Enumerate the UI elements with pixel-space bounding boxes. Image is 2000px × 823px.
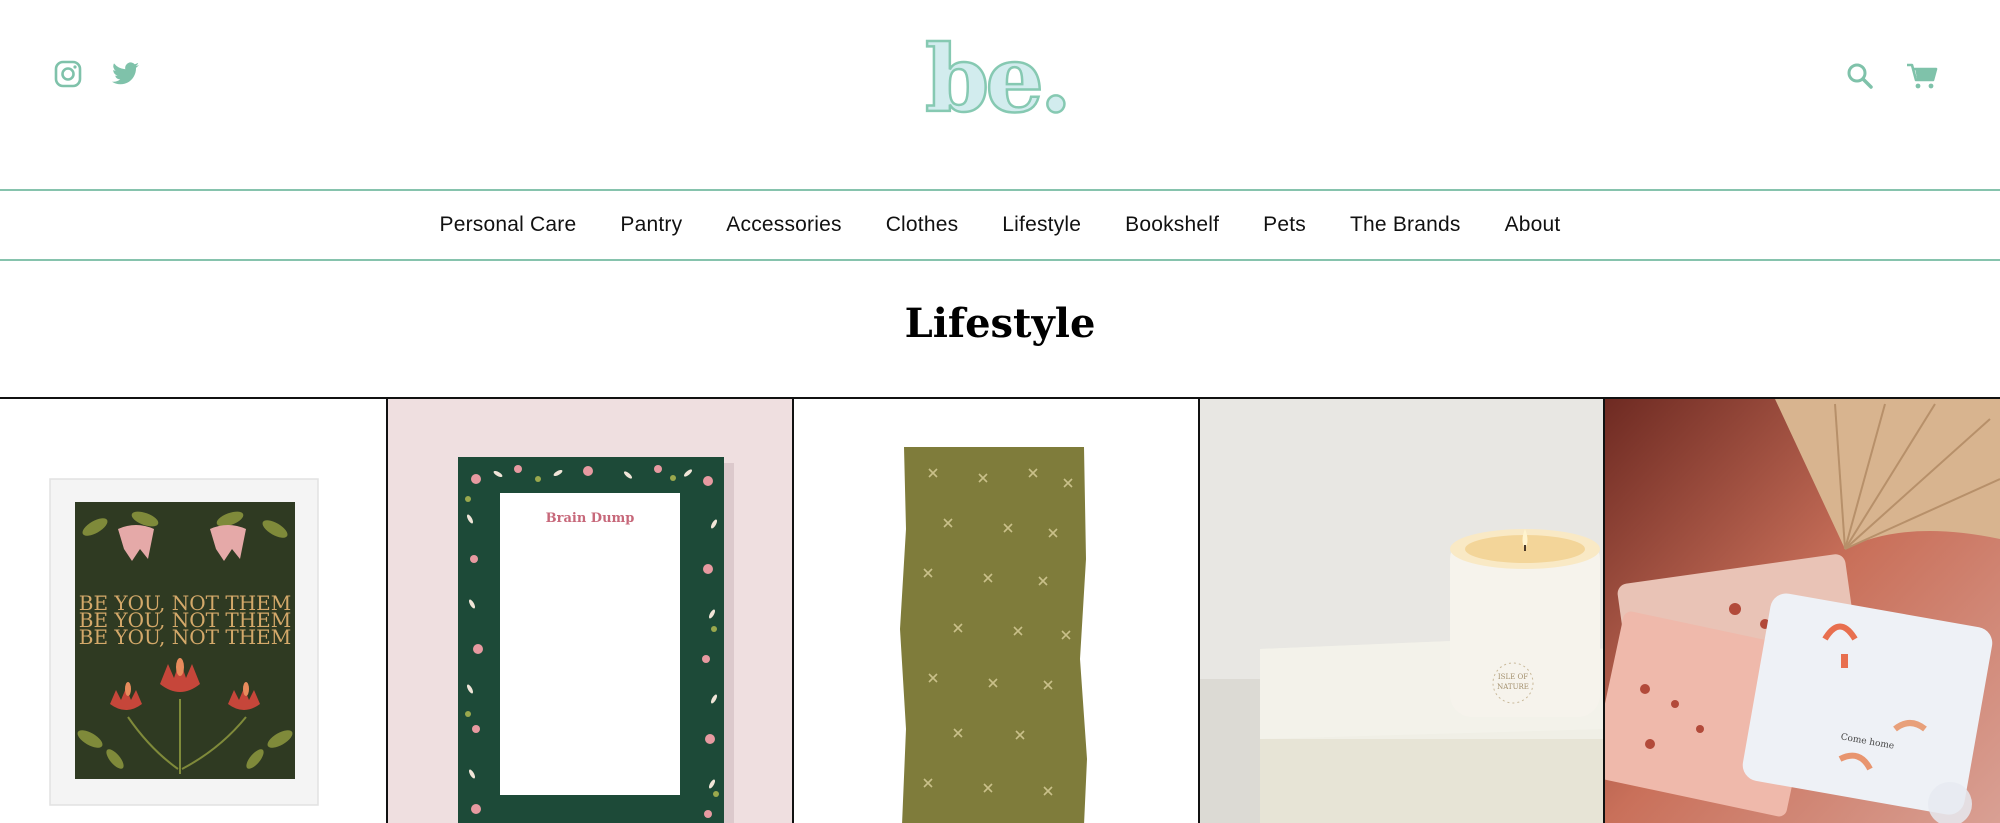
product-card-cards[interactable]: Come home [1605, 399, 2000, 823]
candle-image: ISLE OF NATURE [1200, 399, 1603, 823]
cards-image: Come home [1605, 399, 2000, 823]
logo-text: be. [924, 25, 1073, 133]
notepad-image: Brain Dump [458, 457, 734, 823]
nav-item-clothes[interactable]: Clothes [864, 213, 981, 237]
social-links [52, 58, 142, 90]
nav-item-about[interactable]: About [1483, 213, 1583, 237]
nav-item-accessories[interactable]: Accessories [704, 213, 863, 237]
page-title: Lifestyle [904, 300, 1096, 347]
framed-print-image: BE YOU, NOT THEM BE YOU, NOT THEM BE YOU… [49, 478, 319, 806]
product-grid: BE YOU, NOT THEM BE YOU, NOT THEM BE YOU… [0, 397, 2000, 823]
site-header: be. [0, 0, 2000, 189]
nav-item-the-brands[interactable]: The Brands [1328, 213, 1483, 237]
search-icon[interactable] [1844, 60, 1876, 92]
main-nav: Personal Care Pantry Accessories Clothes… [0, 189, 2000, 261]
product-card-candle[interactable]: ISLE OF NATURE [1200, 399, 1605, 823]
product-card-textile[interactable] [794, 399, 1200, 823]
twitter-icon[interactable] [110, 58, 142, 90]
textile-image [900, 447, 1087, 823]
nav-item-bookshelf[interactable]: Bookshelf [1103, 213, 1241, 237]
candle-label-text-2: NATURE [1497, 683, 1529, 691]
notepad-title-text: Brain Dump [546, 511, 635, 526]
nav-item-personal-care[interactable]: Personal Care [418, 213, 599, 237]
header-tools [1844, 60, 1938, 92]
site-logo[interactable]: be. [924, 32, 1073, 127]
product-card-print[interactable]: BE YOU, NOT THEM BE YOU, NOT THEM BE YOU… [0, 399, 388, 823]
nav-item-pantry[interactable]: Pantry [598, 213, 704, 237]
product-card-notepad[interactable]: Brain Dump [388, 399, 794, 823]
nav-item-lifestyle[interactable]: Lifestyle [980, 213, 1103, 237]
instagram-icon[interactable] [52, 58, 84, 90]
print-text-line-3: BE YOU, NOT THEM [79, 625, 291, 649]
candle-label-text-1: ISLE OF [1498, 673, 1528, 681]
nav-item-pets[interactable]: Pets [1241, 213, 1328, 237]
cart-icon[interactable] [1906, 60, 1938, 92]
